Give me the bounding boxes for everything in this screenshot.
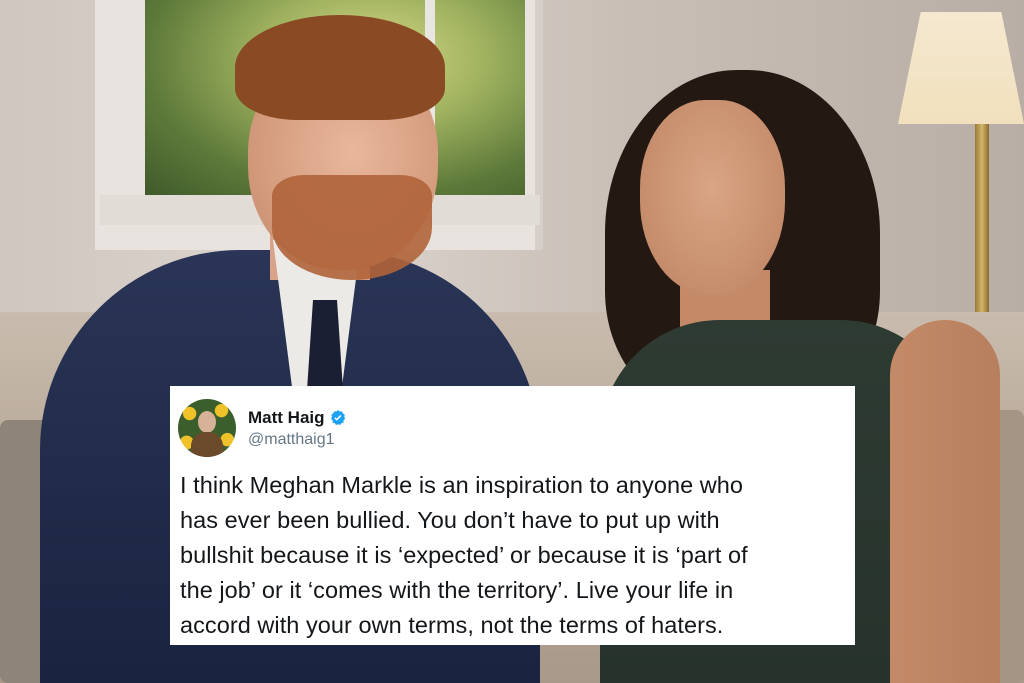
avatar-face bbox=[198, 411, 216, 433]
lamp-stem bbox=[975, 124, 989, 314]
avatar-body bbox=[191, 432, 223, 457]
name-row: Matt Haig bbox=[248, 408, 347, 428]
author-names: Matt Haig @matthaig1 bbox=[248, 408, 347, 449]
display-name[interactable]: Matt Haig bbox=[248, 408, 325, 428]
woman-face bbox=[640, 100, 785, 295]
man-hair bbox=[235, 15, 445, 120]
tweet-card: Matt Haig @matthaig1 I think Meghan Mark… bbox=[170, 386, 855, 645]
tweet-header: Matt Haig @matthaig1 bbox=[178, 398, 845, 458]
handle[interactable]: @matthaig1 bbox=[248, 431, 347, 449]
verified-badge-icon bbox=[330, 409, 345, 425]
woman-arm bbox=[890, 320, 1000, 683]
tweet-text: I think Meghan Markle is an inspiration … bbox=[180, 472, 748, 638]
avatar[interactable] bbox=[178, 399, 236, 457]
man-beard bbox=[272, 175, 432, 280]
